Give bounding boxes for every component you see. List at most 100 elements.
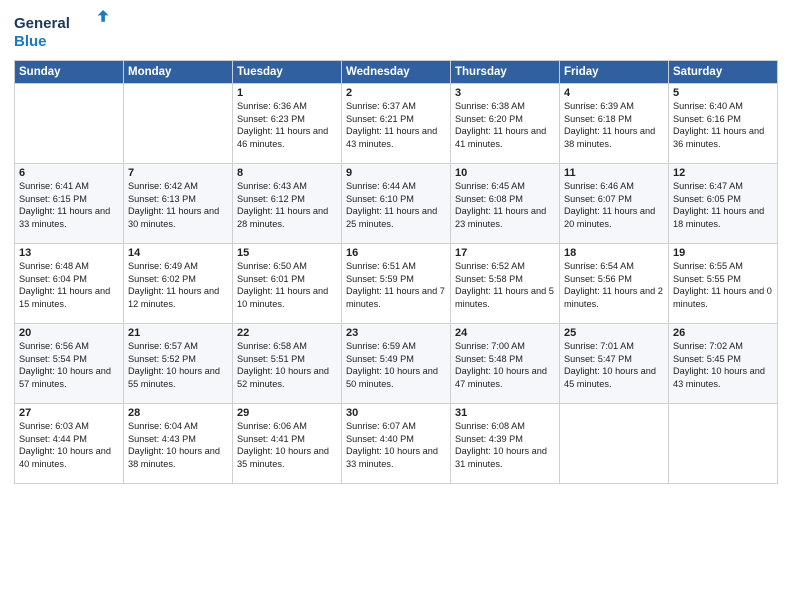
day-number: 4 bbox=[564, 87, 664, 99]
svg-text:General: General bbox=[14, 15, 70, 32]
calendar-cell: 7Sunrise: 6:42 AMSunset: 6:13 PMDaylight… bbox=[124, 164, 233, 244]
calendar-cell: 1Sunrise: 6:36 AMSunset: 6:23 PMDaylight… bbox=[233, 84, 342, 164]
day-number: 3 bbox=[455, 87, 555, 99]
calendar-cell: 21Sunrise: 6:57 AMSunset: 5:52 PMDayligh… bbox=[124, 324, 233, 404]
day-number: 28 bbox=[128, 407, 228, 419]
day-number: 29 bbox=[237, 407, 337, 419]
day-number: 20 bbox=[19, 327, 119, 339]
col-header-thursday: Thursday bbox=[451, 61, 560, 84]
cell-content: Sunrise: 6:55 AMSunset: 5:55 PMDaylight:… bbox=[673, 260, 773, 311]
calendar-cell: 24Sunrise: 7:00 AMSunset: 5:48 PMDayligh… bbox=[451, 324, 560, 404]
cell-content: Sunrise: 6:38 AMSunset: 6:20 PMDaylight:… bbox=[455, 100, 555, 151]
day-number: 19 bbox=[673, 247, 773, 259]
day-number: 8 bbox=[237, 167, 337, 179]
cell-content: Sunrise: 6:36 AMSunset: 6:23 PMDaylight:… bbox=[237, 100, 337, 151]
svg-text:Blue: Blue bbox=[14, 33, 47, 50]
week-row-4: 20Sunrise: 6:56 AMSunset: 5:54 PMDayligh… bbox=[15, 324, 778, 404]
calendar-cell: 6Sunrise: 6:41 AMSunset: 6:15 PMDaylight… bbox=[15, 164, 124, 244]
day-number: 26 bbox=[673, 327, 773, 339]
day-number: 16 bbox=[346, 247, 446, 259]
calendar-cell: 2Sunrise: 6:37 AMSunset: 6:21 PMDaylight… bbox=[342, 84, 451, 164]
day-number: 17 bbox=[455, 247, 555, 259]
calendar-page: General Blue SundayMondayTuesdayWednesda… bbox=[0, 0, 792, 612]
day-number: 24 bbox=[455, 327, 555, 339]
day-number: 14 bbox=[128, 247, 228, 259]
week-row-5: 27Sunrise: 6:03 AMSunset: 4:44 PMDayligh… bbox=[15, 404, 778, 484]
day-number: 7 bbox=[128, 167, 228, 179]
cell-content: Sunrise: 6:52 AMSunset: 5:58 PMDaylight:… bbox=[455, 260, 555, 311]
calendar-cell: 3Sunrise: 6:38 AMSunset: 6:20 PMDaylight… bbox=[451, 84, 560, 164]
day-number: 12 bbox=[673, 167, 773, 179]
week-row-3: 13Sunrise: 6:48 AMSunset: 6:04 PMDayligh… bbox=[15, 244, 778, 324]
cell-content: Sunrise: 6:08 AMSunset: 4:39 PMDaylight:… bbox=[455, 420, 555, 471]
cell-content: Sunrise: 6:44 AMSunset: 6:10 PMDaylight:… bbox=[346, 180, 446, 231]
calendar-cell: 11Sunrise: 6:46 AMSunset: 6:07 PMDayligh… bbox=[560, 164, 669, 244]
cell-content: Sunrise: 6:59 AMSunset: 5:49 PMDaylight:… bbox=[346, 340, 446, 391]
week-row-1: 1Sunrise: 6:36 AMSunset: 6:23 PMDaylight… bbox=[15, 84, 778, 164]
calendar-cell: 13Sunrise: 6:48 AMSunset: 6:04 PMDayligh… bbox=[15, 244, 124, 324]
calendar-cell: 12Sunrise: 6:47 AMSunset: 6:05 PMDayligh… bbox=[669, 164, 778, 244]
calendar-cell: 30Sunrise: 6:07 AMSunset: 4:40 PMDayligh… bbox=[342, 404, 451, 484]
logo-svg: General Blue bbox=[14, 10, 109, 54]
cell-content: Sunrise: 7:01 AMSunset: 5:47 PMDaylight:… bbox=[564, 340, 664, 391]
calendar-cell: 23Sunrise: 6:59 AMSunset: 5:49 PMDayligh… bbox=[342, 324, 451, 404]
calendar-cell bbox=[15, 84, 124, 164]
cell-content: Sunrise: 6:56 AMSunset: 5:54 PMDaylight:… bbox=[19, 340, 119, 391]
day-number: 13 bbox=[19, 247, 119, 259]
day-number: 30 bbox=[346, 407, 446, 419]
calendar-cell: 16Sunrise: 6:51 AMSunset: 5:59 PMDayligh… bbox=[342, 244, 451, 324]
header: General Blue bbox=[14, 10, 778, 54]
day-number: 5 bbox=[673, 87, 773, 99]
calendar-table: SundayMondayTuesdayWednesdayThursdayFrid… bbox=[14, 60, 778, 484]
col-header-tuesday: Tuesday bbox=[233, 61, 342, 84]
calendar-cell: 28Sunrise: 6:04 AMSunset: 4:43 PMDayligh… bbox=[124, 404, 233, 484]
cell-content: Sunrise: 6:48 AMSunset: 6:04 PMDaylight:… bbox=[19, 260, 119, 311]
cell-content: Sunrise: 6:41 AMSunset: 6:15 PMDaylight:… bbox=[19, 180, 119, 231]
col-header-saturday: Saturday bbox=[669, 61, 778, 84]
day-number: 6 bbox=[19, 167, 119, 179]
cell-content: Sunrise: 6:39 AMSunset: 6:18 PMDaylight:… bbox=[564, 100, 664, 151]
cell-content: Sunrise: 6:03 AMSunset: 4:44 PMDaylight:… bbox=[19, 420, 119, 471]
calendar-cell: 31Sunrise: 6:08 AMSunset: 4:39 PMDayligh… bbox=[451, 404, 560, 484]
cell-content: Sunrise: 6:46 AMSunset: 6:07 PMDaylight:… bbox=[564, 180, 664, 231]
calendar-cell: 20Sunrise: 6:56 AMSunset: 5:54 PMDayligh… bbox=[15, 324, 124, 404]
cell-content: Sunrise: 6:06 AMSunset: 4:41 PMDaylight:… bbox=[237, 420, 337, 471]
day-number: 10 bbox=[455, 167, 555, 179]
calendar-cell: 9Sunrise: 6:44 AMSunset: 6:10 PMDaylight… bbox=[342, 164, 451, 244]
cell-content: Sunrise: 6:47 AMSunset: 6:05 PMDaylight:… bbox=[673, 180, 773, 231]
cell-content: Sunrise: 6:58 AMSunset: 5:51 PMDaylight:… bbox=[237, 340, 337, 391]
calendar-cell bbox=[560, 404, 669, 484]
day-number: 15 bbox=[237, 247, 337, 259]
cell-content: Sunrise: 6:51 AMSunset: 5:59 PMDaylight:… bbox=[346, 260, 446, 311]
cell-content: Sunrise: 6:57 AMSunset: 5:52 PMDaylight:… bbox=[128, 340, 228, 391]
calendar-cell: 5Sunrise: 6:40 AMSunset: 6:16 PMDaylight… bbox=[669, 84, 778, 164]
day-number: 31 bbox=[455, 407, 555, 419]
cell-content: Sunrise: 6:45 AMSunset: 6:08 PMDaylight:… bbox=[455, 180, 555, 231]
logo: General Blue bbox=[14, 10, 109, 54]
calendar-cell bbox=[669, 404, 778, 484]
calendar-cell: 14Sunrise: 6:49 AMSunset: 6:02 PMDayligh… bbox=[124, 244, 233, 324]
cell-content: Sunrise: 6:04 AMSunset: 4:43 PMDaylight:… bbox=[128, 420, 228, 471]
cell-content: Sunrise: 6:54 AMSunset: 5:56 PMDaylight:… bbox=[564, 260, 664, 311]
day-number: 27 bbox=[19, 407, 119, 419]
calendar-cell bbox=[124, 84, 233, 164]
col-header-wednesday: Wednesday bbox=[342, 61, 451, 84]
day-number: 22 bbox=[237, 327, 337, 339]
col-header-sunday: Sunday bbox=[15, 61, 124, 84]
day-number: 25 bbox=[564, 327, 664, 339]
day-number: 23 bbox=[346, 327, 446, 339]
calendar-cell: 22Sunrise: 6:58 AMSunset: 5:51 PMDayligh… bbox=[233, 324, 342, 404]
day-number: 18 bbox=[564, 247, 664, 259]
calendar-cell: 15Sunrise: 6:50 AMSunset: 6:01 PMDayligh… bbox=[233, 244, 342, 324]
calendar-cell: 29Sunrise: 6:06 AMSunset: 4:41 PMDayligh… bbox=[233, 404, 342, 484]
cell-content: Sunrise: 6:49 AMSunset: 6:02 PMDaylight:… bbox=[128, 260, 228, 311]
cell-content: Sunrise: 6:07 AMSunset: 4:40 PMDaylight:… bbox=[346, 420, 446, 471]
col-header-monday: Monday bbox=[124, 61, 233, 84]
header-row: SundayMondayTuesdayWednesdayThursdayFrid… bbox=[15, 61, 778, 84]
cell-content: Sunrise: 6:50 AMSunset: 6:01 PMDaylight:… bbox=[237, 260, 337, 311]
week-row-2: 6Sunrise: 6:41 AMSunset: 6:15 PMDaylight… bbox=[15, 164, 778, 244]
calendar-cell: 8Sunrise: 6:43 AMSunset: 6:12 PMDaylight… bbox=[233, 164, 342, 244]
cell-content: Sunrise: 6:37 AMSunset: 6:21 PMDaylight:… bbox=[346, 100, 446, 151]
calendar-cell: 4Sunrise: 6:39 AMSunset: 6:18 PMDaylight… bbox=[560, 84, 669, 164]
cell-content: Sunrise: 6:42 AMSunset: 6:13 PMDaylight:… bbox=[128, 180, 228, 231]
